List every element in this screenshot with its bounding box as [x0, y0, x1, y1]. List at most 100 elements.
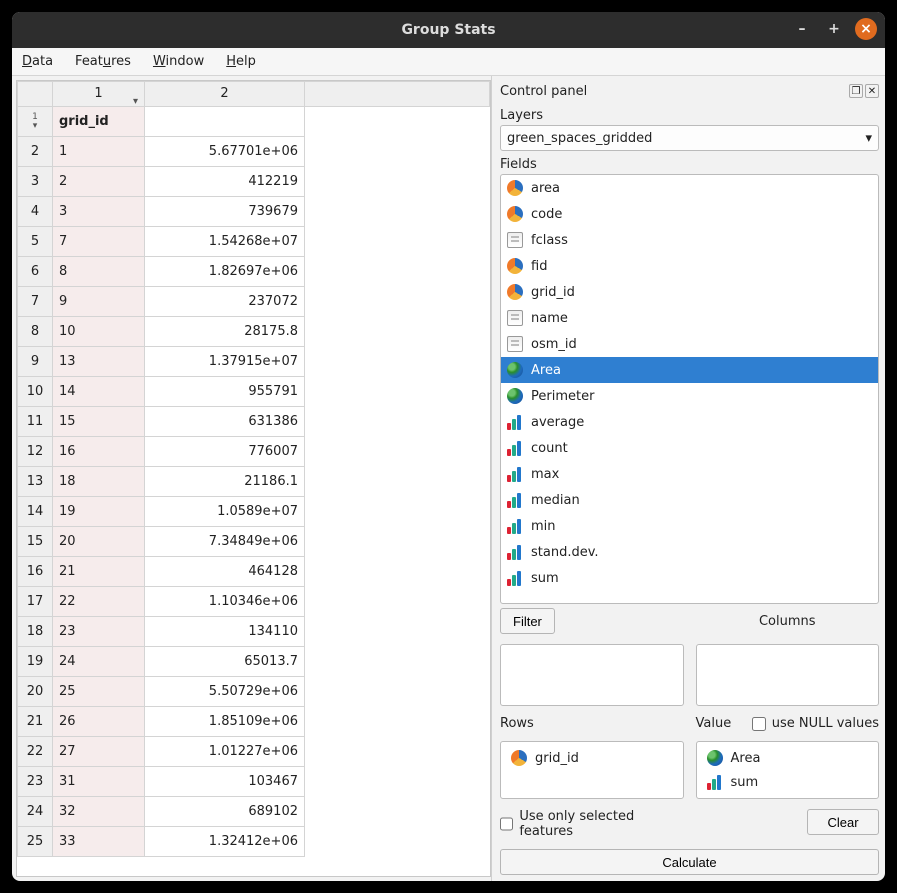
- field-item[interactable]: fid: [501, 253, 878, 279]
- value-box[interactable]: Areasum: [696, 741, 880, 799]
- cell-grid-id[interactable]: 14: [53, 377, 145, 407]
- row-header[interactable]: 7: [18, 287, 53, 317]
- field-item[interactable]: grid_id: [501, 279, 878, 305]
- minimize-button[interactable]: –: [791, 18, 813, 40]
- restore-icon[interactable]: ❐: [849, 84, 863, 98]
- row-header[interactable]: 20: [18, 677, 53, 707]
- field-item[interactable]: fclass: [501, 227, 878, 253]
- titlebar[interactable]: Group Stats – + ×: [12, 12, 885, 48]
- rows-box[interactable]: grid_id: [500, 741, 684, 799]
- row-header[interactable]: 18: [18, 617, 53, 647]
- cell-value[interactable]: 7.34849e+06: [145, 527, 305, 557]
- cell-value[interactable]: 776007: [145, 437, 305, 467]
- cell-value[interactable]: 1.37915e+07: [145, 347, 305, 377]
- cell-grid-id[interactable]: 23: [53, 617, 145, 647]
- cell-grid-id[interactable]: 26: [53, 707, 145, 737]
- field-item[interactable]: count: [501, 435, 878, 461]
- cell-grid-id[interactable]: 25: [53, 677, 145, 707]
- cell-grid-id[interactable]: 19: [53, 497, 145, 527]
- calculate-button[interactable]: Calculate: [500, 849, 879, 875]
- row-header[interactable]: 24: [18, 797, 53, 827]
- cell-grid-id[interactable]: 20: [53, 527, 145, 557]
- row-header[interactable]: 14: [18, 497, 53, 527]
- field-item[interactable]: stand.dev.: [501, 539, 878, 565]
- cell-grid-id[interactable]: 16: [53, 437, 145, 467]
- row-header[interactable]: 6: [18, 257, 53, 287]
- cell-grid-id[interactable]: 18: [53, 467, 145, 497]
- row-header[interactable]: 2: [18, 137, 53, 167]
- cell-grid-id[interactable]: 9: [53, 287, 145, 317]
- row-header[interactable]: 25: [18, 827, 53, 857]
- menu-data[interactable]: Data: [18, 52, 57, 71]
- cell-value[interactable]: 1.54268e+07: [145, 227, 305, 257]
- cell-grid-id[interactable]: 8: [53, 257, 145, 287]
- cell-grid-id[interactable]: 22: [53, 587, 145, 617]
- menu-help[interactable]: Help: [222, 52, 260, 71]
- cell-value[interactable]: 1.01227e+06: [145, 737, 305, 767]
- cell-value[interactable]: 65013.7: [145, 647, 305, 677]
- cell-value[interactable]: 955791: [145, 377, 305, 407]
- row-header[interactable]: 11: [18, 407, 53, 437]
- cell-value[interactable]: 689102: [145, 797, 305, 827]
- cell-value[interactable]: 1.0589e+07: [145, 497, 305, 527]
- cell-grid-id[interactable]: 21: [53, 557, 145, 587]
- cell-grid-id[interactable]: 33: [53, 827, 145, 857]
- col-header-1[interactable]: 1 ▾: [53, 82, 145, 107]
- cell-value[interactable]: 103467: [145, 767, 305, 797]
- cell-grid-id[interactable]: 2: [53, 167, 145, 197]
- row-header[interactable]: 9: [18, 347, 53, 377]
- row-header[interactable]: 21: [18, 707, 53, 737]
- field-item[interactable]: min: [501, 513, 878, 539]
- filter-box[interactable]: [500, 644, 684, 706]
- rows-item[interactable]: grid_id: [505, 746, 679, 770]
- field-item[interactable]: Area: [501, 357, 878, 383]
- cell-value[interactable]: 1.85109e+06: [145, 707, 305, 737]
- row-header[interactable]: 17: [18, 587, 53, 617]
- row-header[interactable]: 10: [18, 377, 53, 407]
- row-header[interactable]: 16: [18, 557, 53, 587]
- cell-value[interactable]: 21186.1: [145, 467, 305, 497]
- close-panel-icon[interactable]: ✕: [865, 84, 879, 98]
- cell-value[interactable]: 5.50729e+06: [145, 677, 305, 707]
- cell-grid-id[interactable]: 7: [53, 227, 145, 257]
- cell-value[interactable]: 134110: [145, 617, 305, 647]
- row-header[interactable]: 5: [18, 227, 53, 257]
- cell-grid-id[interactable]: 1: [53, 137, 145, 167]
- results-table-wrap[interactable]: 1 ▾ 2 1▾ grid_id: [16, 80, 491, 877]
- use-null-checkbox[interactable]: use NULL values: [752, 716, 879, 731]
- fields-list[interactable]: areacodefclassfidgrid_idnameosm_idAreaPe…: [500, 174, 879, 604]
- cell-value[interactable]: 1.32412e+06: [145, 827, 305, 857]
- cell-value[interactable]: 237072: [145, 287, 305, 317]
- cell-grid-id[interactable]: 32: [53, 797, 145, 827]
- field-item[interactable]: Perimeter: [501, 383, 878, 409]
- cell-value[interactable]: 464128: [145, 557, 305, 587]
- maximize-button[interactable]: +: [823, 18, 845, 40]
- cell-grid-id[interactable]: 24: [53, 647, 145, 677]
- field-item[interactable]: median: [501, 487, 878, 513]
- value-item[interactable]: sum: [701, 770, 875, 794]
- cell-value[interactable]: 412219: [145, 167, 305, 197]
- cell-value[interactable]: 1.82697e+06: [145, 257, 305, 287]
- close-button[interactable]: ×: [855, 18, 877, 40]
- cell-grid-id[interactable]: 15: [53, 407, 145, 437]
- columns-box[interactable]: [696, 644, 880, 706]
- row-header[interactable]: 13: [18, 467, 53, 497]
- use-selected-checkbox[interactable]: [500, 817, 513, 831]
- cell-value[interactable]: 631386: [145, 407, 305, 437]
- cell-grid-id[interactable]: 31: [53, 767, 145, 797]
- row-header[interactable]: 23: [18, 767, 53, 797]
- cell-grid-id[interactable]: 27: [53, 737, 145, 767]
- field-item[interactable]: code: [501, 201, 878, 227]
- field-item[interactable]: average: [501, 409, 878, 435]
- cell-grid-id[interactable]: 10: [53, 317, 145, 347]
- col-header-2[interactable]: 2: [145, 82, 305, 107]
- row-header[interactable]: 12: [18, 437, 53, 467]
- clear-button[interactable]: Clear: [807, 809, 879, 835]
- row-header[interactable]: 1▾: [18, 107, 53, 137]
- cell-value[interactable]: 28175.8: [145, 317, 305, 347]
- cell-value[interactable]: 1.10346e+06: [145, 587, 305, 617]
- row-header[interactable]: 3: [18, 167, 53, 197]
- cell-value[interactable]: 5.67701e+06: [145, 137, 305, 167]
- field-item[interactable]: area: [501, 175, 878, 201]
- row-header[interactable]: 4: [18, 197, 53, 227]
